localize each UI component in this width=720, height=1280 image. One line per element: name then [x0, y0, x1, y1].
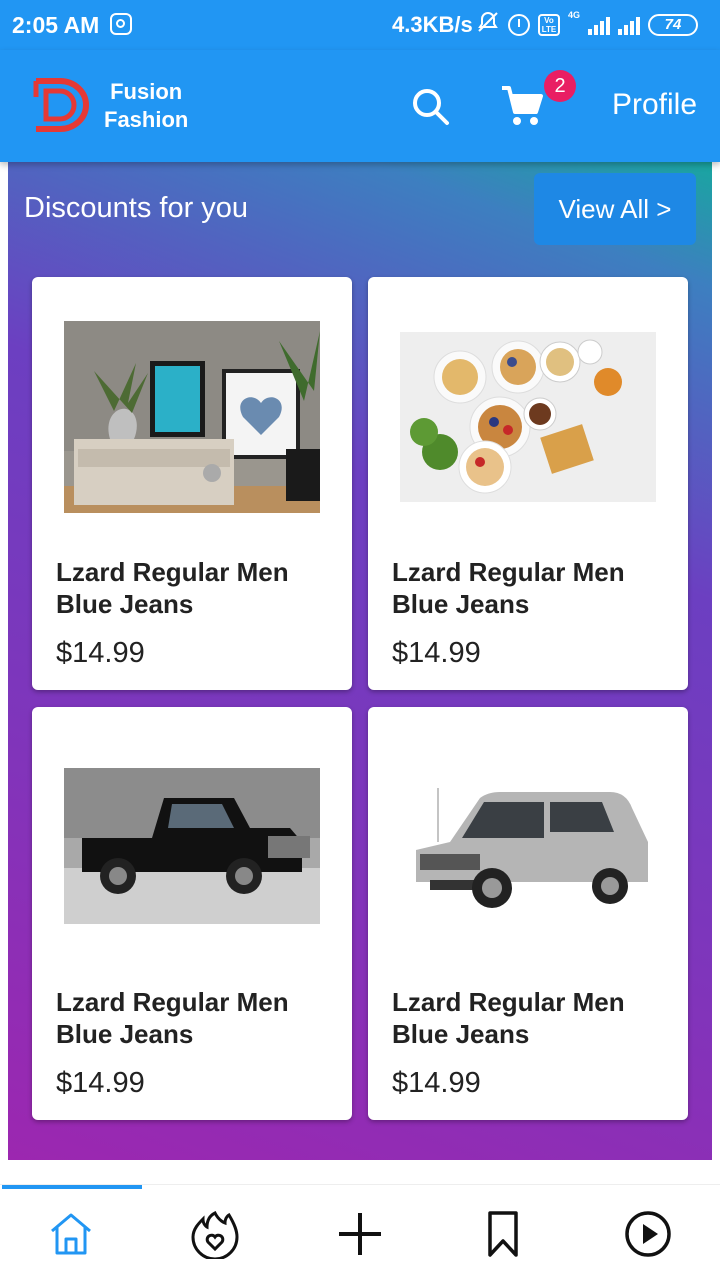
brand-name: Fusion Fashion	[104, 78, 188, 134]
silver-minivan-image	[400, 768, 656, 924]
bottom-navigation	[0, 1184, 720, 1280]
status-icons: Vo LTE 4G 74	[476, 10, 699, 40]
product-name: Lzard Regular Men Blue Jeans	[392, 557, 625, 619]
living-room-shelf-image	[64, 321, 320, 513]
signal-icon	[588, 15, 611, 35]
brand-line-2: Fashion	[104, 107, 189, 132]
profile-link[interactable]: Profile	[612, 88, 697, 122]
product-price: $14.99	[56, 637, 145, 669]
signal-icon	[618, 15, 641, 35]
product-card[interactable]: Lzard Regular Men Blue Jeans $14.99	[32, 707, 352, 1120]
network-speed: 4.3KB/s	[392, 12, 473, 37]
black-pickup-truck-image	[64, 768, 320, 924]
product-card[interactable]: Lzard Regular Men Blue Jeans $14.99	[368, 707, 688, 1120]
product-card[interactable]: Lzard Regular Men Blue Jeans $14.99	[368, 277, 688, 690]
product-price: $14.99	[392, 637, 481, 669]
fusion-fashion-logo[interactable]	[30, 75, 94, 135]
brand-line-1: Fusion	[110, 79, 183, 104]
breakfast-table-image	[400, 332, 656, 502]
active-tab-indicator	[2, 1185, 142, 1189]
discounts-section: Discounts for you View All > Lzard Regul…	[8, 162, 712, 1160]
status-bar: 2:05 AM 4.3KB/s Vo LTE 4G 74	[0, 0, 720, 50]
instagram-icon	[110, 13, 132, 35]
trending-fire-icon[interactable]	[190, 1209, 240, 1259]
add-icon[interactable]	[335, 1209, 385, 1259]
product-name: Lzard Regular Men Blue Jeans	[56, 987, 289, 1049]
bell-off-icon	[476, 10, 500, 40]
volte-icon: Vo LTE	[538, 14, 560, 36]
product-card[interactable]: Lzard Regular Men Blue Jeans $14.99	[32, 277, 352, 690]
app-bar: Fusion Fashion 2 Profile	[0, 50, 720, 162]
product-price: $14.99	[56, 1067, 145, 1099]
home-icon[interactable]	[46, 1209, 96, 1259]
product-price: $14.99	[392, 1067, 481, 1099]
view-all-button[interactable]: View All >	[534, 173, 696, 245]
product-name: Lzard Regular Men Blue Jeans	[56, 557, 289, 619]
status-time: 2:05 AM	[12, 12, 100, 38]
product-name: Lzard Regular Men Blue Jeans	[392, 987, 625, 1049]
search-icon[interactable]	[410, 86, 450, 126]
play-icon[interactable]	[623, 1209, 673, 1259]
network-type: 4G	[568, 10, 581, 20]
cart-count-badge: 2	[544, 70, 576, 102]
battery-icon: 74	[648, 14, 699, 36]
cart-icon[interactable]	[500, 84, 544, 128]
section-title: Discounts for you	[24, 192, 249, 224]
bookmark-icon[interactable]	[478, 1209, 528, 1259]
alarm-icon	[508, 14, 530, 36]
